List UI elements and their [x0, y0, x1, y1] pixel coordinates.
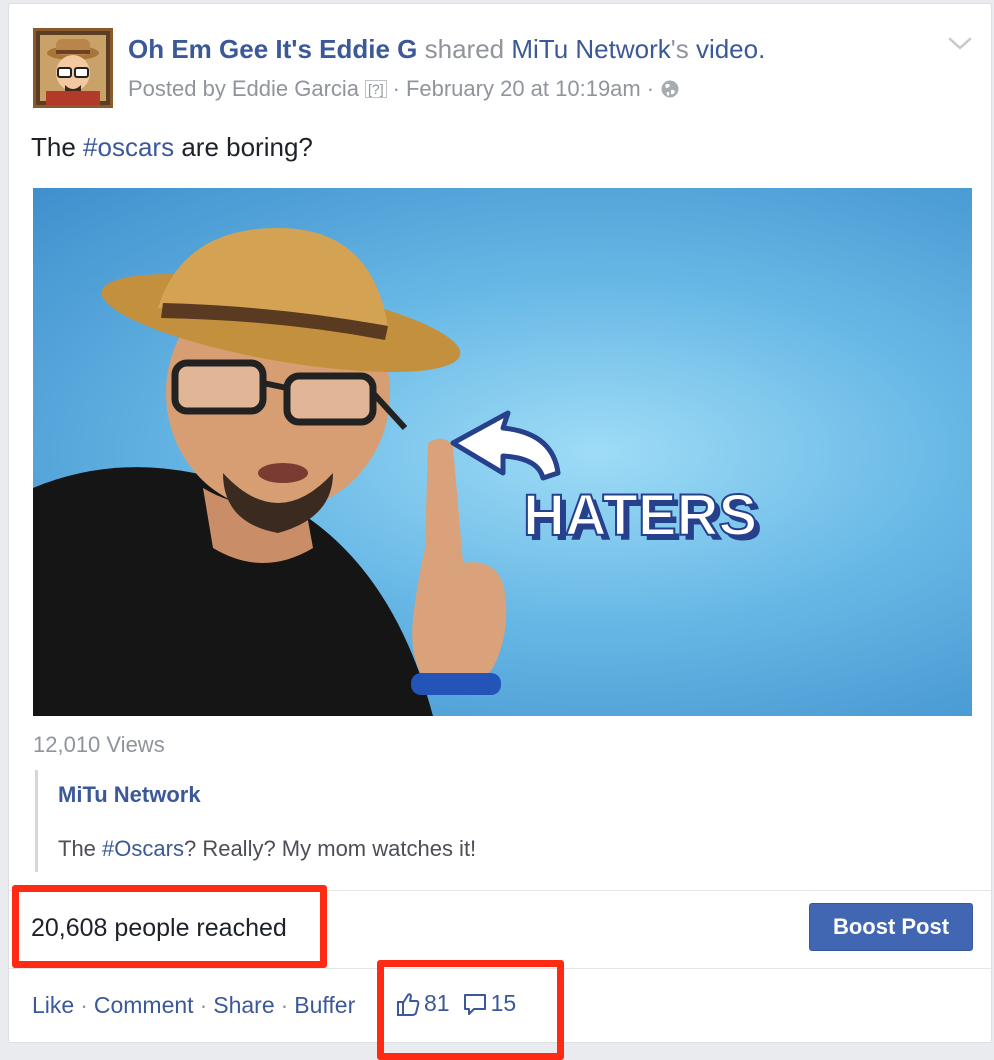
shared-word: shared — [424, 34, 505, 64]
posted-by-name[interactable]: Eddie Garcia — [232, 76, 359, 102]
avatar-illustration — [36, 31, 110, 105]
chevron-down-icon[interactable] — [947, 34, 973, 54]
post-message: The #oscars are boring? — [31, 132, 313, 163]
comment-link[interactable]: Comment — [94, 992, 194, 1019]
attachment-text: The #Oscars? Really? My mom watches it! — [58, 836, 476, 862]
post-header: Oh Em Gee It's Eddie G shared MiTu Netwo… — [128, 34, 765, 65]
shared-source-name: MiTu Network — [511, 34, 671, 64]
attachment-text-before: The — [58, 836, 96, 861]
action-separator: · — [80, 992, 88, 1018]
post-text-after: are boring? — [181, 132, 313, 162]
action-separator: · — [280, 992, 289, 1018]
author-name-link[interactable]: Oh Em Gee It's Eddie G — [128, 34, 417, 64]
counts-highlight-box — [377, 960, 564, 1060]
hashtag-oscars-attachment-link[interactable]: #Oscars — [102, 836, 184, 861]
attachment-quote[interactable]: MiTu Network The #Oscars? Really? My mom… — [35, 770, 958, 872]
posted-by-badge[interactable]: [?] — [365, 80, 387, 98]
post-meta: Posted by Eddie Garcia [?] · February 20… — [128, 76, 680, 102]
buffer-link[interactable]: Buffer — [294, 992, 355, 1019]
boost-post-button[interactable]: Boost Post — [809, 903, 973, 951]
shared-source-link[interactable]: MiTu Network's — [511, 34, 688, 64]
attachment-title[interactable]: MiTu Network — [58, 782, 201, 808]
attachment-text-after: ? Really? My mom watches it! — [183, 836, 477, 861]
like-link[interactable]: Like — [32, 992, 74, 1019]
action-separator: · — [199, 992, 208, 1018]
post-text-before: The — [31, 132, 76, 162]
video-overlay-text: HATERS — [523, 483, 757, 548]
video-views: 12,010 Views — [33, 732, 165, 757]
video-player[interactable]: HATERS HATERS — [33, 188, 972, 716]
posted-by-prefix: Posted by — [128, 76, 226, 101]
timestamp-link[interactable]: February 20 at 10:19am — [406, 76, 641, 102]
meta-separator-2: · — [646, 76, 655, 101]
globe-icon[interactable] — [660, 79, 680, 99]
video-thumbnail: HATERS HATERS — [33, 228, 762, 716]
share-link[interactable]: Share — [213, 992, 274, 1019]
action-links: Like · Comment · Share · Buffer — [32, 992, 355, 1019]
reach-highlight-box — [12, 885, 327, 968]
meta-separator: · — [392, 76, 400, 101]
author-avatar[interactable] — [33, 28, 113, 108]
hashtag-oscars-link[interactable]: #oscars — [83, 132, 174, 162]
shared-video-link[interactable]: video. — [696, 34, 765, 64]
possessive-suffix: 's — [670, 34, 689, 64]
post-card: Oh Em Gee It's Eddie G shared MiTu Netwo… — [8, 3, 992, 1060]
